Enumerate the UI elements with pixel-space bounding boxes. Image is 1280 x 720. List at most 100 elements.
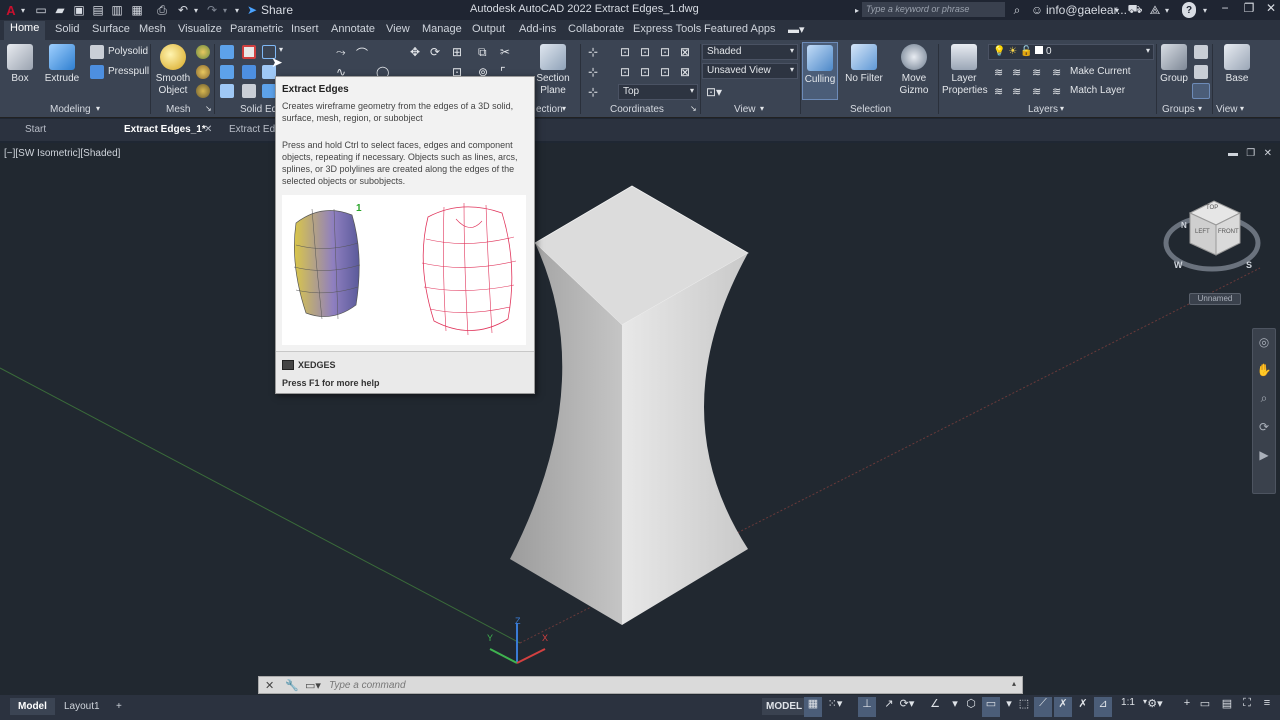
ucs-named-icon[interactable]: ⊹ bbox=[588, 85, 598, 99]
compass-w-label[interactable]: W bbox=[1174, 260, 1183, 270]
panel-view[interactable]: View bbox=[734, 104, 756, 115]
command-line-customize-icon[interactable]: 🔧 bbox=[285, 679, 299, 692]
tab-annotate[interactable]: Annotate bbox=[331, 23, 375, 35]
undo-icon[interactable]: ↶ bbox=[175, 2, 191, 18]
culling-button[interactable]: Culling bbox=[802, 42, 838, 100]
imprint-icon[interactable] bbox=[242, 84, 256, 98]
array-icon[interactable]: ⊞ bbox=[452, 45, 462, 59]
recent-commands-icon[interactable]: ▭▾ bbox=[305, 679, 321, 692]
zoom-icon[interactable]: ⌕ bbox=[1253, 391, 1275, 406]
customization-icon[interactable]: ≡ bbox=[1258, 697, 1276, 717]
coordinates-expand-icon[interactable]: ↘ bbox=[690, 104, 697, 113]
section-expand-icon[interactable]: ▾ bbox=[562, 104, 566, 113]
hardware-acceleration-icon[interactable]: ▤ bbox=[1218, 697, 1236, 717]
panel-section[interactable]: ection bbox=[536, 104, 563, 115]
tab-view[interactable]: View bbox=[386, 23, 410, 35]
layer-unisolate-icon[interactable]: ≋ bbox=[1012, 85, 1021, 98]
extract-edges-dropdown-icon[interactable]: ▾ bbox=[279, 45, 283, 54]
make-current-button[interactable]: Make Current bbox=[1070, 66, 1131, 77]
viewport-restore-icon[interactable]: ❐ bbox=[1246, 148, 1255, 159]
tab-solid[interactable]: Solid bbox=[55, 23, 79, 35]
match-layer-button[interactable]: Match Layer bbox=[1070, 85, 1125, 96]
tab-featured-apps[interactable]: Featured Apps bbox=[704, 23, 776, 35]
base-view-button[interactable]: Base bbox=[1218, 44, 1256, 85]
layer-off-icon[interactable]: ≋ bbox=[994, 66, 1003, 79]
viewport-controls-label[interactable]: [−][SW Isometric][Shaded] bbox=[4, 148, 120, 159]
annotation-monitor-icon[interactable]: + bbox=[1178, 697, 1196, 717]
save-as-icon[interactable]: ▤ bbox=[91, 2, 105, 18]
ucs-icon[interactable]: ⊹ bbox=[588, 45, 598, 59]
layer-properties-button[interactable]: Layer Properties bbox=[942, 44, 988, 97]
app-store-icon[interactable]: ⟁ bbox=[1148, 2, 1162, 18]
layer-freeze-icon[interactable]: ≋ bbox=[1032, 66, 1041, 79]
trim-icon[interactable]: ✂ bbox=[500, 45, 510, 59]
mesh-smooth-less-icon[interactable] bbox=[196, 65, 210, 79]
autoscale-icon[interactable]: ✗ bbox=[1074, 697, 1092, 717]
ucs-face-icon[interactable]: ⊠ bbox=[680, 45, 690, 59]
polar-tracking-icon[interactable]: ↗ bbox=[880, 697, 898, 717]
tab-surface[interactable]: Surface bbox=[92, 23, 130, 35]
add-layout-button[interactable]: + bbox=[108, 698, 130, 715]
groups-expand-icon[interactable]: ▾ bbox=[1198, 104, 1202, 113]
share-button[interactable]: Share bbox=[261, 2, 293, 18]
cart-icon[interactable]: ⛟ bbox=[1127, 2, 1142, 18]
union-icon[interactable] bbox=[220, 45, 234, 59]
undo-dropdown-icon[interactable]: ▾ bbox=[191, 2, 201, 18]
ucs-object-icon[interactable]: ⊡ bbox=[660, 45, 670, 59]
panel-solid-editing[interactable]: Solid Ed bbox=[240, 104, 277, 115]
layer-on-all-icon[interactable]: ≋ bbox=[994, 85, 1003, 98]
polyline-icon[interactable]: ⌒ bbox=[356, 45, 368, 62]
autocad-logo-icon[interactable]: A bbox=[4, 2, 18, 18]
model-space-button[interactable]: MODEL bbox=[762, 698, 807, 715]
close-icon[interactable]: ✕ bbox=[1260, 1, 1280, 19]
mesh-refine-icon[interactable] bbox=[196, 84, 210, 98]
tab-express-tools[interactable]: Express Tools bbox=[633, 23, 701, 35]
viewport-close-icon[interactable]: ✕ bbox=[1264, 148, 1272, 159]
tab-mesh[interactable]: Mesh bbox=[139, 23, 166, 35]
isometric-drafting-icon[interactable]: ⟳▾ bbox=[898, 697, 916, 717]
app-menu-chevron-icon[interactable]: ▾ bbox=[18, 2, 28, 18]
help-search-input[interactable]: Type a keyword or phrase bbox=[862, 2, 1005, 17]
subtract-icon[interactable] bbox=[242, 45, 256, 59]
workspace-switching-icon[interactable]: ⚙▾ bbox=[1146, 697, 1164, 717]
snap-mode-icon[interactable]: ⁙▾ bbox=[826, 697, 844, 717]
save-icon[interactable]: ▣ bbox=[72, 2, 86, 18]
view-expand-icon[interactable]: ▾ bbox=[760, 104, 764, 113]
steering-wheel-icon[interactable]: ◎ bbox=[1253, 335, 1275, 349]
command-line-close-icon[interactable]: ✕ bbox=[265, 679, 274, 692]
rotate-icon[interactable]: ⟳ bbox=[430, 45, 440, 59]
annotation-scale-icon[interactable]: ⊿ bbox=[1094, 697, 1112, 717]
separate-icon[interactable] bbox=[262, 84, 276, 98]
ortho-icon[interactable]: ⊥ bbox=[858, 697, 876, 717]
ucs-view-icon[interactable]: ⊡ bbox=[640, 45, 650, 59]
layout1-tab[interactable]: Layout1 bbox=[56, 698, 108, 715]
clean-screen-icon[interactable]: ⛶ bbox=[1238, 697, 1256, 717]
doc-tab-close-icon[interactable]: ✕ bbox=[204, 124, 212, 135]
ucs-z-icon[interactable]: ⊡ bbox=[660, 65, 670, 79]
box-button[interactable]: Box bbox=[4, 44, 36, 85]
app-store-dropdown-icon[interactable]: ▾ bbox=[1162, 2, 1172, 18]
orbit-icon[interactable]: ⟳ bbox=[1253, 420, 1275, 434]
plot-icon[interactable]: ⎙ bbox=[155, 2, 169, 18]
ucs-name-menu[interactable]: Unnamed bbox=[1189, 293, 1241, 305]
view-direction-dropdown[interactable]: Top ▾ bbox=[618, 84, 698, 100]
user-icon[interactable]: ☺ bbox=[1030, 2, 1044, 18]
line-icon[interactable]: ⤳ bbox=[336, 45, 346, 60]
tab-visualize[interactable]: Visualize bbox=[178, 23, 222, 35]
redo-dropdown-icon[interactable]: ▾ bbox=[220, 2, 230, 18]
layer-isolate-icon[interactable]: ≋ bbox=[1012, 66, 1021, 79]
panel-groups[interactable]: Groups bbox=[1162, 104, 1195, 115]
presspull-button[interactable]: Presspull bbox=[108, 66, 149, 77]
view2-expand-icon[interactable]: ▾ bbox=[1240, 104, 1244, 113]
panel-modeling[interactable]: Modeling bbox=[50, 104, 91, 115]
panel-mesh[interactable]: Mesh bbox=[166, 104, 190, 115]
grid-toggle-icon[interactable]: ▦ bbox=[804, 697, 822, 717]
model-tab[interactable]: Model bbox=[10, 698, 55, 715]
command-input[interactable]: Type a command bbox=[329, 680, 406, 691]
search-icon[interactable]: ⌕ bbox=[1010, 2, 1024, 18]
web-mobile-icon[interactable]: ▥ bbox=[110, 2, 124, 18]
search-expand-icon[interactable]: ▸ bbox=[852, 2, 862, 18]
layers-expand-icon[interactable]: ▾ bbox=[1060, 104, 1064, 113]
showmotion-icon[interactable]: ▶ bbox=[1253, 448, 1275, 462]
viewport-minimize-icon[interactable]: ▬ bbox=[1228, 148, 1238, 159]
